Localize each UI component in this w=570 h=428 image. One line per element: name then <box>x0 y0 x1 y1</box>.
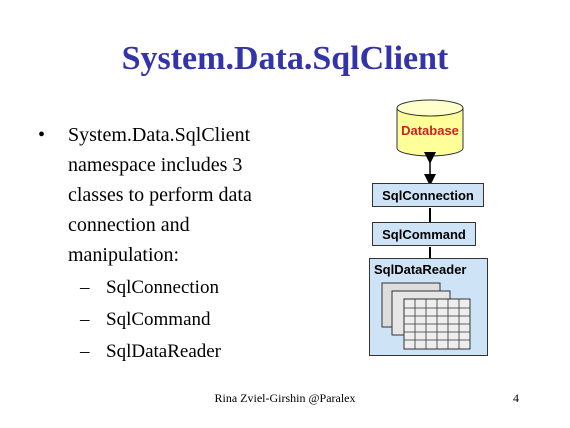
sub-item: – SqlDataReader <box>80 336 328 368</box>
bullet-dot: • <box>38 124 46 146</box>
page-number: 4 <box>513 391 519 405</box>
bullet-line-3: classes to perform data <box>68 184 252 206</box>
bullet-line-5: manipulation: <box>68 244 180 266</box>
slide-title: System.Data.SqlClient <box>121 40 449 77</box>
bullet-line-1: System.Data.SqlClient <box>68 124 251 146</box>
sqldatareader-box: SqlDataReader <box>369 258 488 356</box>
sub-item: – SqlConnection <box>80 272 328 304</box>
data-grid-icon <box>381 282 471 350</box>
database-label: Database <box>401 123 459 138</box>
sqldatareader-label: SqlDataReader <box>374 262 467 277</box>
sub-item-sqldatareader: SqlDataReader <box>106 341 222 362</box>
sub-item: – SqlCommand <box>80 304 328 336</box>
sqlconnection-box: SqlConnection <box>372 183 484 207</box>
sqlcommand-box: SqlCommand <box>372 222 476 246</box>
sub-list: – SqlConnection – SqlCommand – SqlDataRe… <box>80 272 328 368</box>
bullet-item: • System.Data.SqlClient namespace includ… <box>38 120 328 270</box>
sub-item-sqlconnection: SqlConnection <box>106 277 219 298</box>
slide-footer: Rina Zviel-Girshin @Paralex <box>214 391 356 405</box>
bullet-line-2: namespace includes 3 <box>68 154 243 176</box>
bullet-text: System.Data.SqlClient namespace includes… <box>68 120 328 270</box>
sub-item-sqlcommand: SqlCommand <box>106 309 211 330</box>
dash-marker: – <box>80 309 90 330</box>
bullet-list: • System.Data.SqlClient namespace includ… <box>38 120 328 368</box>
bullet-line-4: connection and <box>68 214 190 236</box>
architecture-diagram: Database SqlConnection SqlCommand SqlDat… <box>355 98 515 368</box>
dash-marker: – <box>80 341 90 362</box>
dash-marker: – <box>80 277 90 298</box>
